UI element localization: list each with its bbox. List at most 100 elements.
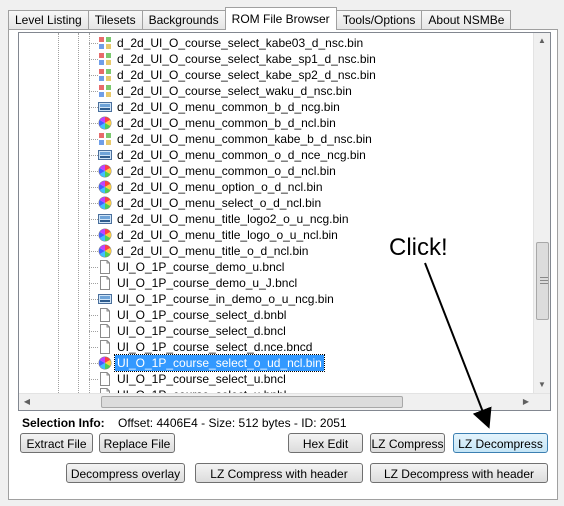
- file-name: UI_O_1P_course_select_d.nce.bncd: [117, 340, 313, 354]
- file-name: d_2d_UI_O_course_select_kabe_sp1_d_nsc.b…: [117, 52, 376, 66]
- vertical-scroll-thumb[interactable]: [536, 242, 549, 320]
- file-tree-item[interactable]: d_2d_UI_O_menu_common_o_d_nce_ncg.bin: [19, 147, 534, 163]
- file-name: d_2d_UI_O_course_select_kabe_sp2_d_nsc.b…: [117, 68, 376, 82]
- file-name: UI_O_1P_course_select_o_ud_ncl.bin: [114, 354, 325, 372]
- file-list: d_2d_UI_O_course_select_kabe03_d_nsc.bin…: [19, 35, 534, 403]
- grip-line: [540, 283, 548, 284]
- file-name: d_2d_UI_O_menu_title_logo_o_u_ncl.bin: [117, 228, 338, 242]
- file-name: UI_O_1P_course_select_d.bncl: [117, 324, 286, 338]
- file-tree-item[interactable]: UI_O_1P_course_select_u.bncl: [19, 371, 534, 387]
- palette-icon: [98, 244, 112, 258]
- tree-connector: [89, 299, 98, 300]
- graphics-icon: [98, 292, 112, 306]
- file-tree-item[interactable]: UI_O_1P_course_demo_u_J.bncl: [19, 275, 534, 291]
- grip-line: [540, 277, 548, 278]
- file-tree-item[interactable]: d_2d_UI_O_menu_title_logo_o_u_ncl.bin: [19, 227, 534, 243]
- tab-about-nsmbe[interactable]: About NSMBe: [421, 10, 512, 30]
- tree-connector: [89, 235, 98, 236]
- file-name: d_2d_UI_O_menu_option_o_d_ncl.bin: [117, 180, 323, 194]
- file-tree-item[interactable]: d_2d_UI_O_course_select_waku_d_nsc.bin: [19, 83, 534, 99]
- file-tree-item[interactable]: d_2d_UI_O_menu_common_b_d_ncl.bin: [19, 115, 534, 131]
- file-tree-item[interactable]: UI_O_1P_course_select_d.bnbl: [19, 307, 534, 323]
- tab-level-listing[interactable]: Level Listing: [8, 10, 89, 30]
- lz-decompress-with-header-button[interactable]: LZ Decompress with header: [370, 463, 548, 483]
- file-name: d_2d_UI_O_menu_common_o_d_nce_ncg.bin: [117, 148, 366, 162]
- palette-icon: [98, 116, 112, 130]
- hex-edit-button[interactable]: Hex Edit: [288, 433, 363, 453]
- file-tree-item[interactable]: UI_O_1P_course_select_d.bncl: [19, 323, 534, 339]
- tree-connector: [89, 251, 98, 252]
- file-tree-item[interactable]: d_2d_UI_O_menu_title_logo2_o_u_ncg.bin: [19, 211, 534, 227]
- file-tree-item[interactable]: d_2d_UI_O_course_select_kabe03_d_nsc.bin: [19, 35, 534, 51]
- tree-connector: [89, 107, 98, 108]
- file-name: d_2d_UI_O_menu_common_b_d_ncl.bin: [117, 116, 336, 130]
- lz-compress-button[interactable]: LZ Compress: [370, 433, 445, 453]
- file-tree-item[interactable]: UI_O_1P_course_select_o_ud_ncl.bin: [19, 354, 534, 372]
- selection-info-label: Selection Info:: [22, 416, 105, 430]
- tree-connector: [89, 43, 98, 44]
- file-icon: [98, 260, 112, 274]
- file-icon: [98, 308, 112, 322]
- lz-decompress-button[interactable]: LZ Decompress: [453, 433, 548, 453]
- file-tree-item[interactable]: UI_O_1P_course_select_d.nce.bncd: [19, 339, 534, 355]
- tree-connector: [89, 203, 98, 204]
- horizontal-scrollbar[interactable]: ◀ ▶: [19, 393, 550, 410]
- palette-icon: [98, 356, 112, 370]
- tree-connector: [89, 331, 98, 332]
- file-tree-item[interactable]: d_2d_UI_O_menu_common_kabe_b_d_nsc.bin: [19, 131, 534, 147]
- file-name: d_2d_UI_O_menu_title_o_d_ncl.bin: [117, 244, 309, 258]
- palette-icon: [98, 196, 112, 210]
- file-tree-item[interactable]: d_2d_UI_O_menu_title_o_d_ncl.bin: [19, 243, 534, 259]
- horizontal-scroll-thumb[interactable]: [101, 396, 403, 408]
- selection-info-text: Offset: 4406E4 - Size: 512 bytes - ID: 2…: [118, 416, 347, 430]
- file-icon: [98, 324, 112, 338]
- graphics-icon: [98, 212, 112, 226]
- file-tree-item[interactable]: d_2d_UI_O_course_select_kabe_sp2_d_nsc.b…: [19, 67, 534, 83]
- palette-icon: [98, 228, 112, 242]
- lz-compress-with-header-button[interactable]: LZ Compress with header: [195, 463, 363, 483]
- file-tree-item[interactable]: d_2d_UI_O_menu_common_b_d_ncg.bin: [19, 99, 534, 115]
- file-tree-item[interactable]: UI_O_1P_course_in_demo_o_u_ncg.bin: [19, 291, 534, 307]
- selection-info: Selection Info: Offset: 4406E4 - Size: 5…: [22, 416, 347, 430]
- tree-connector: [89, 59, 98, 60]
- tree-connector: [89, 139, 98, 140]
- file-tree-item[interactable]: d_2d_UI_O_menu_select_o_d_ncl.bin: [19, 195, 534, 211]
- tree-connector: [89, 91, 98, 92]
- file-icon: [98, 340, 112, 354]
- tab-rom-file-browser[interactable]: ROM File Browser: [224, 7, 337, 30]
- file-tree-item[interactable]: UI_O_1P_course_demo_u.bncl: [19, 259, 534, 275]
- scroll-down-arrow-icon[interactable]: ▼: [534, 377, 550, 393]
- palette-icon: [98, 180, 112, 194]
- screen-icon: [98, 132, 112, 146]
- tree-connector: [89, 155, 98, 156]
- file-name: d_2d_UI_O_course_select_kabe03_d_nsc.bin: [117, 36, 364, 50]
- tree-connector: [89, 187, 98, 188]
- scroll-right-arrow-icon[interactable]: ▶: [518, 394, 534, 410]
- vertical-scrollbar[interactable]: ▲ ▼: [533, 33, 550, 393]
- file-icon: [98, 276, 112, 290]
- tree-connector: [89, 123, 98, 124]
- file-tree[interactable]: d_2d_UI_O_course_select_kabe03_d_nsc.bin…: [18, 32, 551, 411]
- tree-connector: [89, 267, 98, 268]
- scroll-up-arrow-icon[interactable]: ▲: [534, 33, 550, 49]
- file-tree-item[interactable]: d_2d_UI_O_menu_common_o_d_ncl.bin: [19, 163, 534, 179]
- tab-backgrounds[interactable]: Backgrounds: [141, 10, 226, 30]
- extract-file-button[interactable]: Extract File: [20, 433, 93, 453]
- file-name: d_2d_UI_O_menu_title_logo2_o_u_ncg.bin: [117, 212, 349, 226]
- file-name: d_2d_UI_O_menu_common_kabe_b_d_nsc.bin: [117, 132, 372, 146]
- tab-tilesets[interactable]: Tilesets: [87, 10, 143, 30]
- scrollbar-corner: [534, 394, 550, 410]
- file-name: UI_O_1P_course_demo_u.bncl: [117, 260, 285, 274]
- click-annotation: Click!: [389, 234, 448, 261]
- file-name: d_2d_UI_O_menu_select_o_d_ncl.bin: [117, 196, 322, 210]
- tree-connector: [89, 379, 98, 380]
- scroll-left-arrow-icon[interactable]: ◀: [19, 394, 35, 410]
- file-tree-item[interactable]: d_2d_UI_O_menu_option_o_d_ncl.bin: [19, 179, 534, 195]
- replace-file-button[interactable]: Replace File: [99, 433, 175, 453]
- tab-strip: Level Listing Tilesets Backgrounds ROM F…: [8, 6, 512, 30]
- tab-tools-options[interactable]: Tools/Options: [335, 10, 423, 30]
- screen-icon: [98, 36, 112, 50]
- tree-connector: [89, 219, 98, 220]
- file-tree-item[interactable]: d_2d_UI_O_course_select_kabe_sp1_d_nsc.b…: [19, 51, 534, 67]
- decompress-overlay-button[interactable]: Decompress overlay: [66, 463, 185, 483]
